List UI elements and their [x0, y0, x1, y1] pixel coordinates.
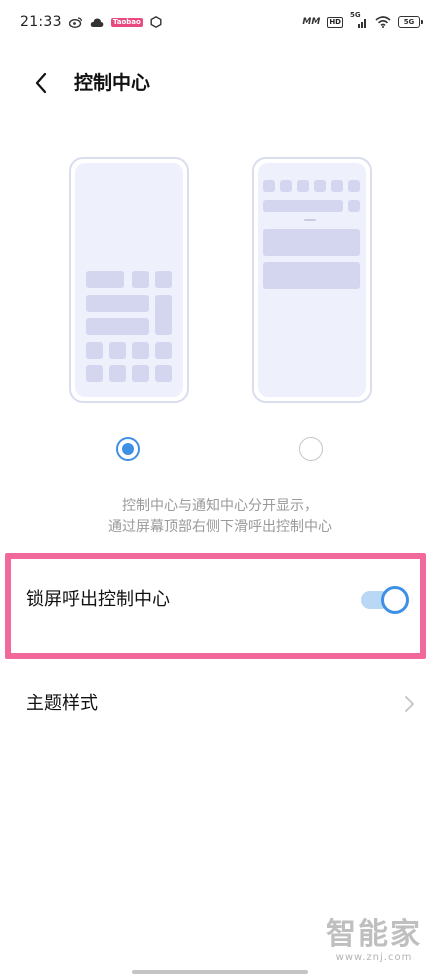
back-button[interactable]: [28, 70, 54, 96]
wifi-icon: [375, 16, 391, 28]
status-time: 21:33: [20, 14, 62, 30]
watermark-url: www.znj.com: [335, 952, 413, 963]
preview-tile: [348, 200, 360, 212]
chevron-right-icon: [405, 696, 414, 712]
toggle-knob: [381, 586, 409, 614]
chevron-left-icon: [35, 72, 47, 94]
preview-tile: [348, 180, 360, 192]
watermark-logo: 智能家: [326, 917, 422, 952]
combined-layout-radio[interactable]: [116, 437, 140, 461]
signal-icon: 5G: [350, 11, 368, 28]
preview-tile: [132, 271, 149, 288]
separate-layout-preview[interactable]: [252, 157, 372, 403]
weibo-icon: [68, 16, 83, 28]
header: 控制中心: [0, 58, 440, 108]
preview-tile: [86, 342, 103, 359]
preview-tile: [86, 318, 149, 335]
preview-tile: [280, 180, 292, 192]
preview-tile: [155, 271, 172, 288]
lock-screen-control-center-row[interactable]: 锁屏呼出控制中心: [0, 570, 440, 630]
theme-style-row[interactable]: 主题样式: [0, 674, 440, 734]
description-line-2: 通过屏幕顶部右侧下滑呼出控制中心: [108, 519, 332, 535]
preview-tile: [132, 365, 149, 382]
preview-tile: [109, 365, 126, 382]
home-indicator[interactable]: [132, 970, 308, 974]
status-bar-right: MM HD 5G 5G: [302, 11, 423, 28]
preview-tile: [263, 180, 275, 192]
battery-icon: 5G: [398, 16, 423, 28]
preview-tile: [109, 342, 126, 359]
preview-tile: [155, 295, 172, 335]
layout-description: 控制中心与通知中心分开显示， 通过屏幕顶部右侧下滑呼出控制中心: [0, 496, 440, 538]
hexagon-icon: [150, 16, 162, 28]
network-speed: MM: [302, 17, 321, 27]
network-type-label: 5G: [350, 11, 361, 19]
preview-tile: [86, 271, 124, 288]
preview-tile: [263, 262, 360, 289]
page-title: 控制中心: [74, 72, 151, 94]
lock-screen-control-center-toggle[interactable]: [361, 586, 411, 614]
separate-layout-radio[interactable]: [299, 437, 323, 461]
preview-tile: [155, 365, 172, 382]
preview-handle: [304, 219, 316, 221]
preview-tile: [86, 365, 103, 382]
lock-screen-control-center-label: 锁屏呼出控制中心: [26, 589, 170, 610]
description-line-1: 控制中心与通知中心分开显示，: [122, 498, 318, 514]
preview-tile: [263, 200, 343, 212]
preview-tile: [331, 180, 343, 192]
cloud-icon: [90, 17, 104, 28]
combined-layout-preview[interactable]: [69, 157, 189, 403]
preview-tile: [132, 342, 149, 359]
preview-tile: [155, 342, 172, 359]
preview-screen: [258, 163, 366, 397]
hd-icon: HD: [327, 16, 343, 28]
app-badge-icon: Taobao: [110, 17, 143, 27]
status-bar-left: 21:33 Taobao: [20, 14, 162, 30]
preview-tile: [86, 295, 149, 312]
theme-style-label: 主题样式: [26, 693, 98, 714]
status-bar: 21:33 Taobao MM HD 5G 5G: [0, 0, 440, 44]
preview-tile: [314, 180, 326, 192]
watermark: 智能家 www.znj.com: [326, 917, 422, 964]
preview-tile: [297, 180, 309, 192]
preview-screen: [75, 163, 183, 397]
preview-tile: [263, 229, 360, 256]
